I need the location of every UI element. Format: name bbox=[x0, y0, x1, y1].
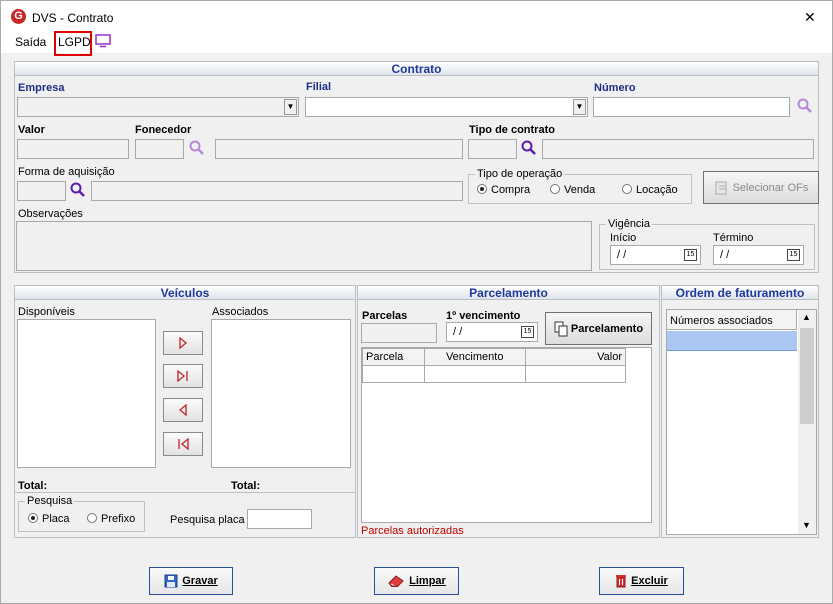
tipo-contrato-code-input[interactable] bbox=[468, 139, 517, 159]
selecionar-ofs-button[interactable]: Selecionar OFs bbox=[703, 171, 819, 204]
inicio-date-input[interactable]: / /15 bbox=[610, 245, 701, 265]
pesquisa-placa-label: Pesquisa placa bbox=[170, 514, 245, 526]
column-vencimento[interactable]: Vencimento bbox=[423, 348, 526, 366]
numero-input[interactable] bbox=[593, 97, 790, 117]
calendar-icon[interactable]: 15 bbox=[521, 326, 534, 338]
valor-input[interactable] bbox=[17, 139, 129, 159]
parcelas-label: Parcelas bbox=[362, 310, 408, 322]
arrow-left-all-icon bbox=[178, 438, 189, 450]
radio-venda[interactable]: Venda bbox=[550, 184, 595, 196]
forma-aquisicao-label: Forma de aquisição bbox=[18, 166, 115, 178]
move-right-button[interactable] bbox=[163, 331, 203, 355]
observacoes-textarea[interactable] bbox=[16, 221, 592, 271]
termino-label: Término bbox=[713, 232, 754, 244]
chevron-down-icon[interactable]: ▼ bbox=[284, 99, 297, 115]
calendar-icon[interactable]: 15 bbox=[787, 249, 800, 261]
divider bbox=[15, 492, 355, 493]
chevron-down-icon[interactable]: ▼ bbox=[573, 99, 586, 115]
move-all-left-button[interactable] bbox=[163, 432, 203, 456]
parcelas-input[interactable] bbox=[361, 323, 437, 343]
search-icon[interactable] bbox=[521, 140, 537, 156]
eraser-icon bbox=[388, 575, 404, 587]
contrato-header: Contrato bbox=[14, 61, 819, 76]
arrow-left-icon bbox=[178, 404, 187, 416]
ordem-header: Ordem de faturamento bbox=[661, 285, 819, 300]
fornecedor-name-input[interactable] bbox=[215, 139, 463, 159]
radio-compra[interactable]: Compra bbox=[477, 184, 530, 196]
arrow-right-all-icon bbox=[177, 370, 188, 382]
fornecedor-code-input[interactable] bbox=[135, 139, 184, 159]
numero-label: Número bbox=[594, 82, 636, 94]
radio-placa[interactable]: Placa bbox=[28, 513, 70, 525]
search-icon[interactable] bbox=[70, 182, 86, 198]
valor-label: Valor bbox=[18, 124, 45, 136]
column-parcela[interactable]: Parcela bbox=[362, 348, 425, 366]
title-bar: G DVS - Contrato ✕ bbox=[1, 1, 832, 31]
trash-icon bbox=[616, 575, 627, 588]
window-title: DVS - Contrato bbox=[32, 11, 114, 25]
close-icon[interactable]: ✕ bbox=[804, 9, 816, 26]
total-disponiveis-label: Total: bbox=[18, 480, 48, 492]
forma-aquisicao-code-input[interactable] bbox=[17, 181, 66, 201]
selected-row[interactable] bbox=[667, 331, 797, 351]
tipo-contrato-name-input[interactable] bbox=[542, 139, 814, 159]
disponiveis-label: Disponíveis bbox=[18, 306, 75, 318]
pesquisa-label: Pesquisa bbox=[25, 495, 75, 507]
filial-select[interactable]: ▼ bbox=[305, 97, 588, 117]
pesquisa-placa-input[interactable] bbox=[247, 509, 312, 529]
inicio-label: Início bbox=[610, 232, 637, 244]
termino-date-input[interactable]: / /15 bbox=[713, 245, 804, 265]
column-valor[interactable]: Valor bbox=[524, 348, 627, 366]
pesquisa-group: Pesquisa Placa Prefixo bbox=[18, 495, 145, 532]
app-window: G DVS - Contrato ✕ Saída LGPD Contrato E… bbox=[0, 0, 833, 604]
document-icon bbox=[715, 181, 727, 194]
search-icon[interactable] bbox=[189, 140, 205, 156]
search-icon[interactable] bbox=[797, 98, 813, 114]
move-all-right-button[interactable] bbox=[163, 364, 203, 388]
arrow-right-icon bbox=[179, 337, 188, 349]
observacoes-label: Observações bbox=[18, 208, 83, 220]
limpar-button[interactable]: Limpar bbox=[374, 567, 459, 595]
calendar-icon[interactable]: 15 bbox=[684, 249, 697, 261]
tipo-contrato-label: Tipo de contrato bbox=[469, 124, 555, 136]
parcelamento-header: Parcelamento bbox=[357, 285, 660, 300]
copy-icon bbox=[554, 321, 568, 336]
move-left-button[interactable] bbox=[163, 398, 203, 422]
associados-list[interactable] bbox=[211, 319, 351, 468]
scroll-thumb[interactable] bbox=[800, 328, 814, 424]
parcelas-table: Parcela Vencimento Valor bbox=[362, 348, 627, 383]
filial-label: Filial bbox=[306, 81, 332, 93]
column-numeros-associados[interactable]: Números associados bbox=[667, 310, 797, 330]
menu-item-saida[interactable]: Saída bbox=[15, 35, 46, 49]
table-cell[interactable] bbox=[423, 365, 526, 383]
vencimento-label: 1º vencimento bbox=[446, 310, 521, 322]
total-associados-label: Total: bbox=[231, 480, 261, 492]
vigencia-label: Vigência bbox=[606, 218, 652, 230]
associados-label: Associados bbox=[212, 306, 269, 318]
radio-locacao[interactable]: Locação bbox=[622, 184, 678, 196]
forma-aquisicao-name-input[interactable] bbox=[91, 181, 463, 201]
parcelas-autorizadas-note: Parcelas autorizadas bbox=[361, 525, 464, 537]
table-cell[interactable] bbox=[524, 365, 627, 383]
tipo-operacao-label: Tipo de operação bbox=[475, 168, 565, 180]
empresa-label: Empresa bbox=[18, 82, 65, 94]
monitor-icon[interactable] bbox=[95, 34, 111, 51]
empresa-select[interactable]: ▼ bbox=[17, 97, 299, 117]
table-cell[interactable] bbox=[362, 365, 425, 383]
excluir-button[interactable]: Excluir bbox=[599, 567, 684, 595]
app-logo-icon: G bbox=[11, 9, 26, 24]
scroll-down-icon[interactable]: ▼ bbox=[802, 520, 811, 530]
save-icon bbox=[164, 574, 178, 588]
menu-bar: Saída LGPD bbox=[1, 31, 832, 56]
gravar-button[interactable]: Gravar bbox=[149, 567, 233, 595]
fornecedor-label: Fonecedor bbox=[135, 124, 192, 136]
parcelamento-button[interactable]: Parcelamento bbox=[545, 312, 652, 345]
vencimento-date-input[interactable]: / /15 bbox=[446, 322, 538, 342]
radio-prefixo[interactable]: Prefixo bbox=[87, 513, 135, 525]
tipo-operacao-group: Tipo de operação Compra Venda Locação bbox=[468, 168, 692, 204]
veiculos-header: Veículos bbox=[14, 285, 356, 300]
disponiveis-list[interactable] bbox=[17, 319, 156, 468]
scroll-up-icon[interactable]: ▲ bbox=[802, 312, 811, 322]
menu-item-lgpd-label: LGPD bbox=[58, 35, 91, 49]
